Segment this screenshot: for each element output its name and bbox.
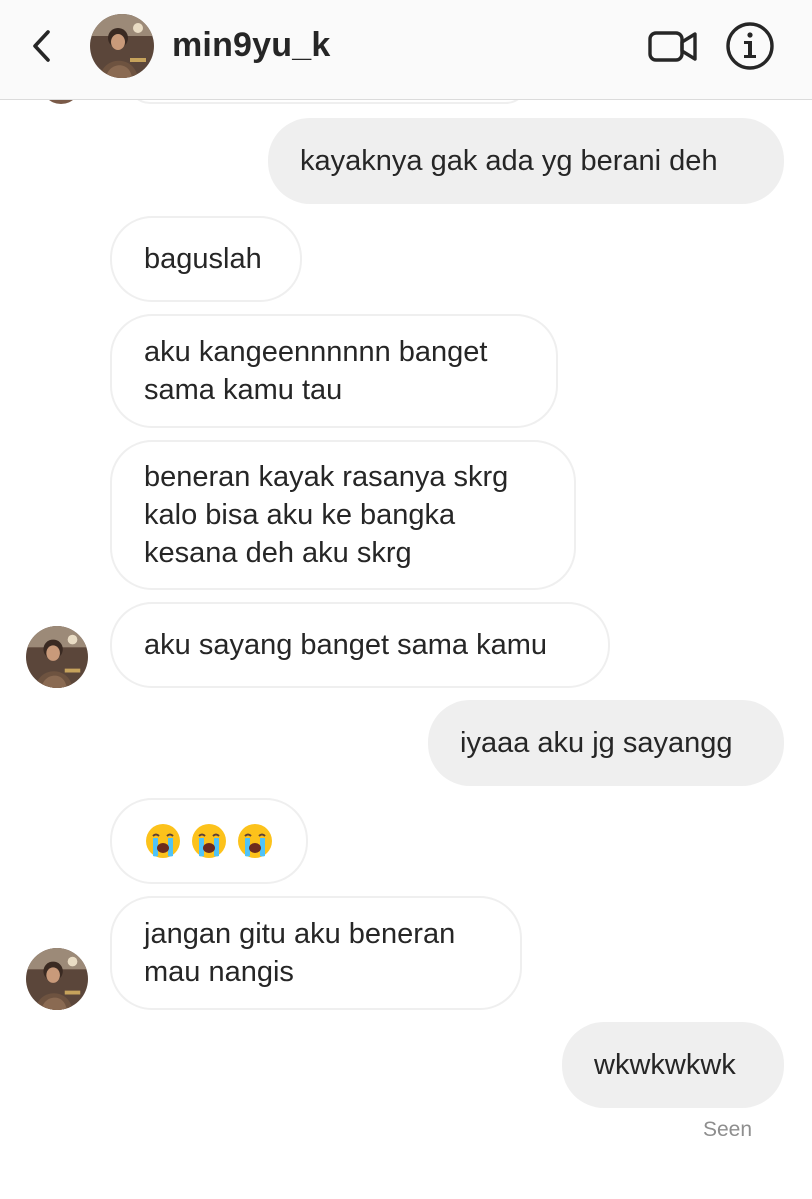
info-button[interactable] bbox=[724, 20, 776, 72]
message-text: iyaaa aku jg sayangg bbox=[460, 727, 733, 759]
message-bubble-incoming[interactable]: aku sayang banget sama kamu bbox=[110, 602, 610, 688]
header-username[interactable]: min9yu_k bbox=[172, 26, 330, 65]
seen-status: Seen bbox=[702, 1118, 752, 1141]
dm-thread-screen: min9yu_k kayaknya gak ada yg berani deh … bbox=[0, 0, 812, 1199]
loudly-crying-face-icon bbox=[146, 824, 180, 858]
message-bubble-incoming[interactable]: aku kangeennnnnn banget sama kamu tau bbox=[110, 314, 558, 428]
message-bubble-outgoing[interactable]: wkwkwkwk bbox=[562, 1022, 784, 1108]
info-circle-icon bbox=[726, 22, 774, 70]
thread-header: min9yu_k bbox=[0, 0, 812, 100]
video-call-button[interactable] bbox=[644, 24, 700, 68]
message-bubble-incoming[interactable]: 😭😭😭 bbox=[110, 798, 308, 884]
avatar-image bbox=[26, 626, 88, 688]
message-bubble-incoming[interactable]: beneran kayak rasanya skrg kalo bisa aku… bbox=[110, 440, 576, 590]
message-bubble-incoming[interactable]: jangan gitu aku beneran mau nangis bbox=[110, 896, 522, 1010]
message-text: wkwkwkwk bbox=[594, 1049, 736, 1081]
loudly-crying-face-icon bbox=[238, 824, 272, 858]
avatar[interactable] bbox=[26, 948, 88, 1010]
message-text: aku sayang banget sama kamu bbox=[144, 629, 548, 661]
message-bubble-outgoing[interactable]: kayaknya gak ada yg berani deh bbox=[268, 118, 784, 204]
message-bubble-outgoing[interactable]: iyaaa aku jg sayangg bbox=[428, 700, 784, 786]
message-text: baguslah bbox=[144, 243, 262, 275]
message-text: aku kangeennnnnn banget sama kamu tau bbox=[144, 336, 488, 406]
message-text: jangan gitu aku beneran mau nangis bbox=[144, 918, 456, 988]
avatar-image bbox=[26, 948, 88, 1010]
message-text: kayaknya gak ada yg berani deh bbox=[300, 145, 718, 177]
header-avatar[interactable] bbox=[90, 14, 154, 78]
chevron-left-icon bbox=[33, 30, 50, 62]
message-bubble-incoming[interactable]: baguslah bbox=[110, 216, 302, 302]
back-button[interactable] bbox=[26, 24, 62, 68]
avatar[interactable] bbox=[26, 626, 88, 688]
loudly-crying-face-icon bbox=[192, 824, 226, 858]
message-text: beneran kayak rasanya skrg kalo bisa aku… bbox=[144, 461, 509, 569]
video-camera-icon bbox=[648, 31, 697, 62]
emoji-row bbox=[144, 822, 274, 860]
avatar-image bbox=[90, 14, 154, 78]
